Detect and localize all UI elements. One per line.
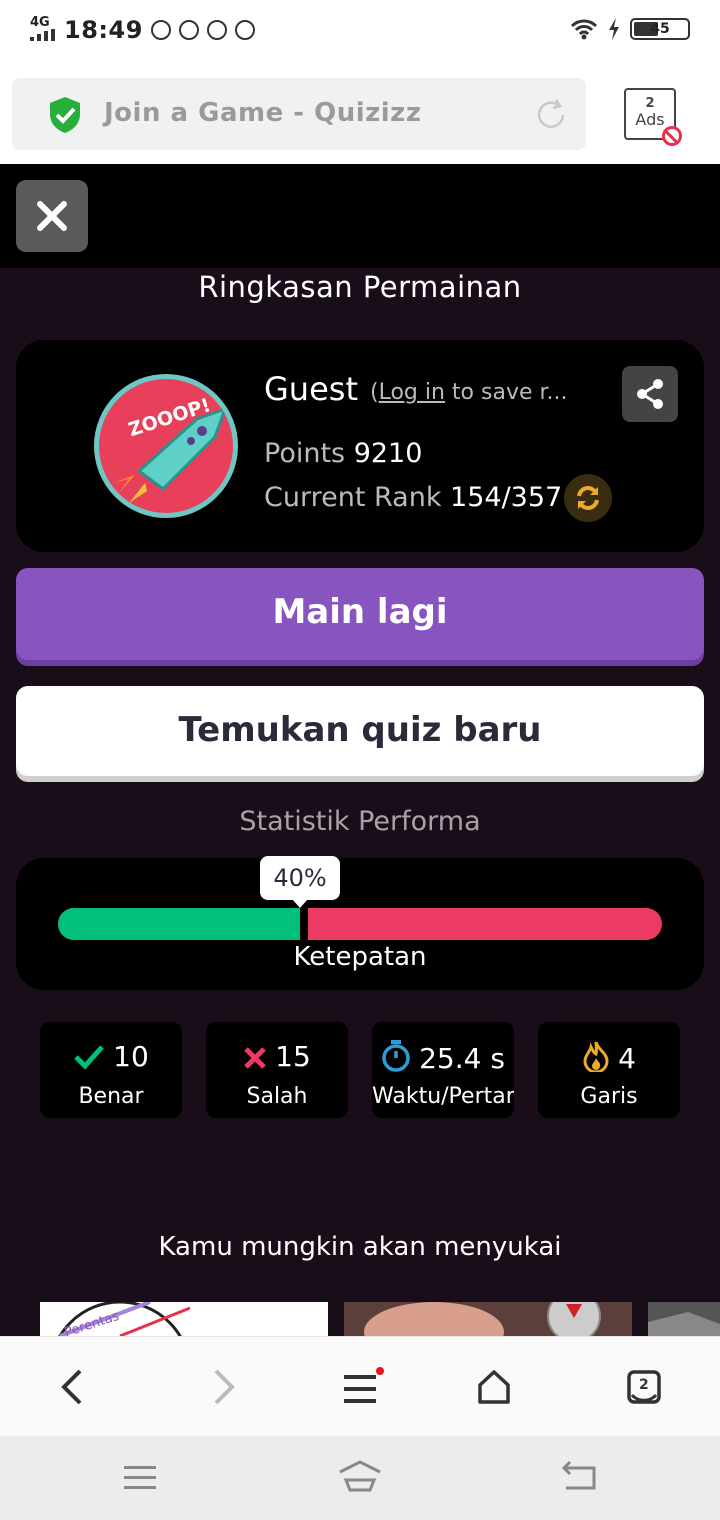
stat-time-label: Waktu/Pertanyaan [372,1084,514,1109]
prohibited-icon [662,126,682,146]
flame-icon [583,1041,609,1072]
ads-label: Ads [635,110,665,129]
stat-streak-value: 4 [618,1042,636,1075]
stat-streak: 4 Garis [538,1022,680,1118]
suggestion-card[interactable]: Perentas [40,1302,328,1336]
x-icon [244,1047,266,1069]
timer-icon [382,1040,410,1072]
suggestions-title: Kamu mungkin akan menyukai [158,1232,562,1262]
rank-refresh-button[interactable] [564,474,612,522]
accuracy-card: 40% Ketepatan [16,856,704,990]
quiz-thumbnail-image [648,1302,720,1336]
battery-indicator: 45 [630,18,690,40]
rocket-avatar-icon: ZOOOP! [113,394,228,503]
player-name: Guest [264,370,358,408]
avatar: ZOOOP! [94,374,238,518]
login-suffix: to save r... [444,380,568,405]
browser-bottom-nav: 2 [0,1336,720,1436]
accuracy-bar-correct [58,908,300,940]
menu-icon [344,1367,384,1403]
share-button[interactable] [622,366,678,422]
tabs-icon: 2 [627,1370,661,1404]
stat-incorrect-label: Salah [246,1084,308,1109]
network-type: 4G [30,14,50,30]
forward-button[interactable] [200,1365,248,1409]
browser-toolbar: Join a Game - Quizizz 2 Ads [0,64,720,164]
whatsapp-icon [150,20,171,40]
chevron-left-icon [61,1369,82,1405]
stat-time-value: 25.4 s [419,1042,505,1075]
accuracy-bar-divider [300,908,308,940]
check-icon [74,1045,105,1070]
rank-label: Current Rank [264,482,442,513]
status-bar: 4G 18:49 45 [0,0,720,64]
summary-title: Ringkasan Permainan [198,270,522,304]
system-home-icon[interactable] [336,1458,384,1494]
address-bar[interactable]: Join a Game - Quizizz [12,78,586,150]
status-bar-right: 45 [570,18,690,40]
rank-value: 154/357 [450,482,563,513]
game-header [0,164,720,268]
signal-icon [30,28,55,41]
recents-icon[interactable] [122,1462,158,1492]
refresh-icon [577,486,599,510]
stat-correct-value-row: 10 [40,1040,182,1073]
stat-correct-value: 10 [113,1040,149,1073]
menu-button[interactable] [336,1365,384,1409]
play-again-button[interactable]: Main lagi [16,568,704,660]
stat-incorrect-value-row: 15 [206,1040,348,1073]
stat-correct: 10 Benar [40,1022,182,1118]
stat-streak-value-row: 4 [538,1040,680,1075]
chrome-icon [178,20,199,40]
accuracy-percent: 40% [260,856,340,908]
chrome-icon [206,20,227,40]
quiz-thumbnail-image [344,1302,632,1336]
page-title: Join a Game - Quizizz [104,98,422,128]
system-nav-bar [0,1436,720,1520]
status-bar-left: 4G 18:49 [30,16,255,44]
stat-incorrect-value: 15 [275,1040,311,1073]
chrome-icon [234,20,255,40]
svg-text:2: 2 [639,1377,649,1393]
stat-incorrect: 15 Salah [206,1022,348,1118]
current-rank: Current Rank 154/357 [264,482,562,513]
system-back-icon[interactable] [560,1460,598,1492]
close-button[interactable] [16,180,88,252]
stat-correct-label: Benar [78,1084,144,1109]
share-icon [637,379,663,409]
stat-time-value-row: 25.4 s [372,1040,514,1075]
battery-level: 45 [650,21,670,37]
accuracy-bar [58,908,662,940]
shield-check-icon [50,97,80,133]
clock: 18:49 [64,16,143,44]
quiz-thumbnail-image: Perentas [58,1302,191,1336]
suggestion-card[interactable] [648,1302,720,1336]
wifi-icon [570,19,598,40]
reload-icon[interactable] [534,98,568,132]
login-link[interactable]: Log in [379,380,445,405]
chevron-right-icon [214,1369,235,1405]
stats-title: Statistik Performa [239,806,481,837]
suggestion-card[interactable] [344,1302,632,1336]
points-value: 9210 [353,438,423,469]
login-note: (Log in to save r... [370,380,568,405]
back-button[interactable] [48,1365,96,1409]
login-prefix: ( [370,380,379,405]
stat-time-per-question: 25.4 s Waktu/Pertanyaan [372,1022,514,1118]
stat-streak-label: Garis [580,1084,638,1109]
find-new-quiz-button[interactable]: Temukan quiz baru [16,686,704,776]
ad-block-button[interactable]: 2 Ads [624,88,682,146]
close-icon [37,201,67,231]
player-card: ZOOOP! Guest (Log in to save r... Points… [16,340,704,552]
home-icon [478,1370,510,1404]
tabs-button[interactable]: 2 [620,1365,668,1409]
accuracy-caption: Ketepatan [293,942,427,972]
points-label: Points [264,438,346,469]
points: Points 9210 [264,438,422,469]
home-button[interactable] [470,1365,518,1409]
charging-icon [609,18,619,40]
network-indicator: 4G [30,14,56,44]
